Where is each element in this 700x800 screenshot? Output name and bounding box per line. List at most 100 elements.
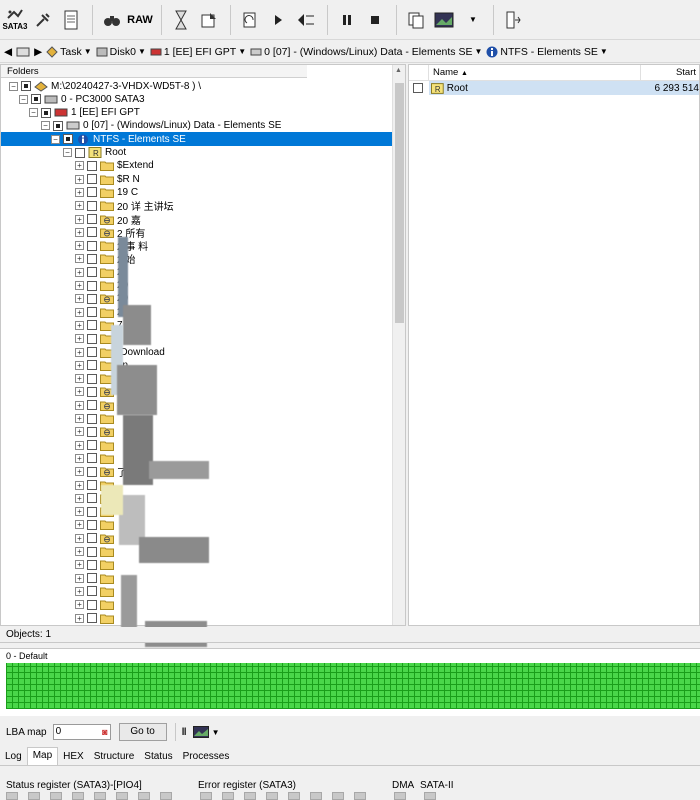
- hourglass-button[interactable]: [168, 3, 194, 37]
- column-name[interactable]: Name ▲: [429, 65, 641, 80]
- breadcrumb-task[interactable]: Task ▼: [46, 46, 92, 58]
- expand-icon[interactable]: +: [75, 586, 84, 596]
- checkbox[interactable]: [87, 360, 97, 371]
- expand-icon[interactable]: +: [75, 294, 84, 304]
- expand-icon[interactable]: +: [75, 493, 84, 503]
- tree-item[interactable]: +: [1, 425, 393, 439]
- lba-input-clear-icon[interactable]: ◙: [102, 725, 107, 739]
- breadcrumb-filesystem[interactable]: NTFS - Elements SE ▼: [486, 46, 608, 58]
- expand-icon[interactable]: +: [75, 347, 84, 357]
- collapse-icon[interactable]: −: [9, 81, 18, 91]
- expand-icon[interactable]: +: [75, 573, 84, 583]
- checkbox[interactable]: [87, 386, 97, 397]
- checkbox[interactable]: [87, 320, 97, 331]
- copy-button[interactable]: [403, 3, 429, 37]
- image-button[interactable]: [431, 3, 457, 37]
- breadcrumb-volume[interactable]: 0 [07] - (Windows/Linux) Data - Elements…: [250, 46, 482, 58]
- expand-icon[interactable]: +: [75, 174, 84, 184]
- tree-item[interactable]: − 0 [07] - (Windows/Linux) Data - Element…: [1, 119, 393, 133]
- tree-item[interactable]: +20 详 主讲坛: [1, 199, 393, 213]
- expand-icon[interactable]: +: [75, 600, 84, 610]
- checkbox[interactable]: [87, 559, 97, 570]
- pause-button[interactable]: [334, 3, 360, 37]
- tree-item[interactable]: +: [1, 385, 393, 399]
- tree-item[interactable]: +2: [1, 265, 393, 279]
- tab-hex[interactable]: HEX: [58, 749, 89, 765]
- expand-icon[interactable]: +: [75, 214, 84, 224]
- tree-item[interactable]: − 1 [EE] EFI GPT: [1, 106, 393, 120]
- checkbox[interactable]: [87, 533, 97, 544]
- tree-item[interactable]: +: [1, 332, 393, 346]
- expand-icon[interactable]: +: [75, 254, 84, 264]
- expand-icon[interactable]: +: [75, 241, 84, 251]
- expand-icon[interactable]: +: [75, 533, 84, 543]
- expand-icon[interactable]: +: [75, 307, 84, 317]
- expand-icon[interactable]: +: [75, 520, 84, 530]
- column-start[interactable]: Start: [641, 65, 699, 80]
- tree-item[interactable]: +2 始: [1, 252, 393, 266]
- tree-item[interactable]: +19 C: [1, 185, 393, 199]
- list-item[interactable]: R Root 6 293 514: [429, 81, 699, 95]
- step-button[interactable]: [293, 3, 319, 37]
- collapse-icon[interactable]: −: [19, 94, 28, 104]
- tree-scrollbar[interactable]: ▲: [392, 65, 405, 625]
- expand-icon[interactable]: +: [75, 281, 84, 290]
- search-button[interactable]: [99, 3, 125, 37]
- sector-map-grid[interactable]: [6, 663, 700, 709]
- export-button[interactable]: [196, 3, 222, 37]
- tree-item[interactable]: + 分享: [1, 398, 393, 413]
- collapse-icon[interactable]: −: [51, 134, 60, 144]
- tree-item[interactable]: + ·Download: [1, 345, 393, 359]
- checkbox[interactable]: [87, 506, 97, 517]
- expand-icon[interactable]: +: [75, 613, 84, 623]
- play-button[interactable]: [265, 3, 291, 37]
- tree-item[interactable]: +20: [1, 292, 393, 306]
- expand-icon[interactable]: +: [75, 227, 84, 237]
- chevron-down-icon[interactable]: ▼: [212, 728, 220, 737]
- tree-item[interactable]: +: [1, 412, 393, 426]
- tab-structure[interactable]: Structure: [89, 749, 140, 765]
- scroll-up-icon[interactable]: ▲: [395, 67, 402, 74]
- checkbox[interactable]: [41, 107, 51, 118]
- tree-item[interactable]: + on: [1, 358, 393, 372]
- tree-item[interactable]: − 0 - PC3000 SATA3: [1, 92, 393, 106]
- checkbox[interactable]: [87, 253, 97, 264]
- tab-map[interactable]: Map: [26, 747, 59, 765]
- checkbox[interactable]: [87, 187, 97, 198]
- checkbox[interactable]: [87, 519, 97, 530]
- tree-item[interactable]: +: [1, 518, 393, 532]
- forward-button[interactable]: ▶: [34, 46, 42, 58]
- navigation-icon-button[interactable]: [16, 46, 30, 58]
- checkbox[interactable]: [87, 599, 97, 610]
- tree-item[interactable]: +7: [1, 318, 393, 332]
- tree-item[interactable]: − NTFS - Elements SE: [1, 132, 393, 147]
- checkbox[interactable]: [87, 466, 97, 477]
- checkbox[interactable]: [87, 307, 97, 318]
- stop-button[interactable]: [362, 3, 388, 37]
- checkbox[interactable]: [87, 613, 97, 623]
- map-legend-icon[interactable]: [192, 726, 209, 738]
- checkbox[interactable]: [87, 480, 97, 490]
- checkbox[interactable]: [87, 546, 97, 557]
- pause-icon[interactable]: ‖: [182, 727, 187, 738]
- checkbox[interactable]: [21, 81, 31, 91]
- expand-icon[interactable]: +: [75, 480, 84, 490]
- checkbox[interactable]: [87, 453, 97, 464]
- expand-icon[interactable]: +: [75, 400, 84, 410]
- tree-item[interactable]: +: [1, 598, 393, 612]
- tree-item[interactable]: +20: [1, 279, 393, 293]
- checkbox[interactable]: [53, 120, 63, 131]
- tree-item[interactable]: +: [1, 584, 393, 598]
- checkbox[interactable]: [63, 134, 73, 145]
- tree-item[interactable]: +2 所有: [1, 225, 393, 240]
- checkbox[interactable]: [87, 267, 97, 278]
- checkbox[interactable]: [87, 293, 97, 304]
- tree-item[interactable]: +20: [1, 305, 393, 319]
- expand-icon[interactable]: +: [75, 201, 84, 211]
- tab-status[interactable]: Status: [139, 749, 177, 765]
- breadcrumb-partition[interactable]: 1 [EE] EFI GPT ▼: [150, 46, 246, 58]
- tree-item[interactable]: + $Extend: [1, 159, 393, 173]
- tree-item[interactable]: +: [1, 372, 393, 386]
- checkbox[interactable]: [87, 400, 97, 411]
- expand-icon[interactable]: +: [75, 387, 84, 397]
